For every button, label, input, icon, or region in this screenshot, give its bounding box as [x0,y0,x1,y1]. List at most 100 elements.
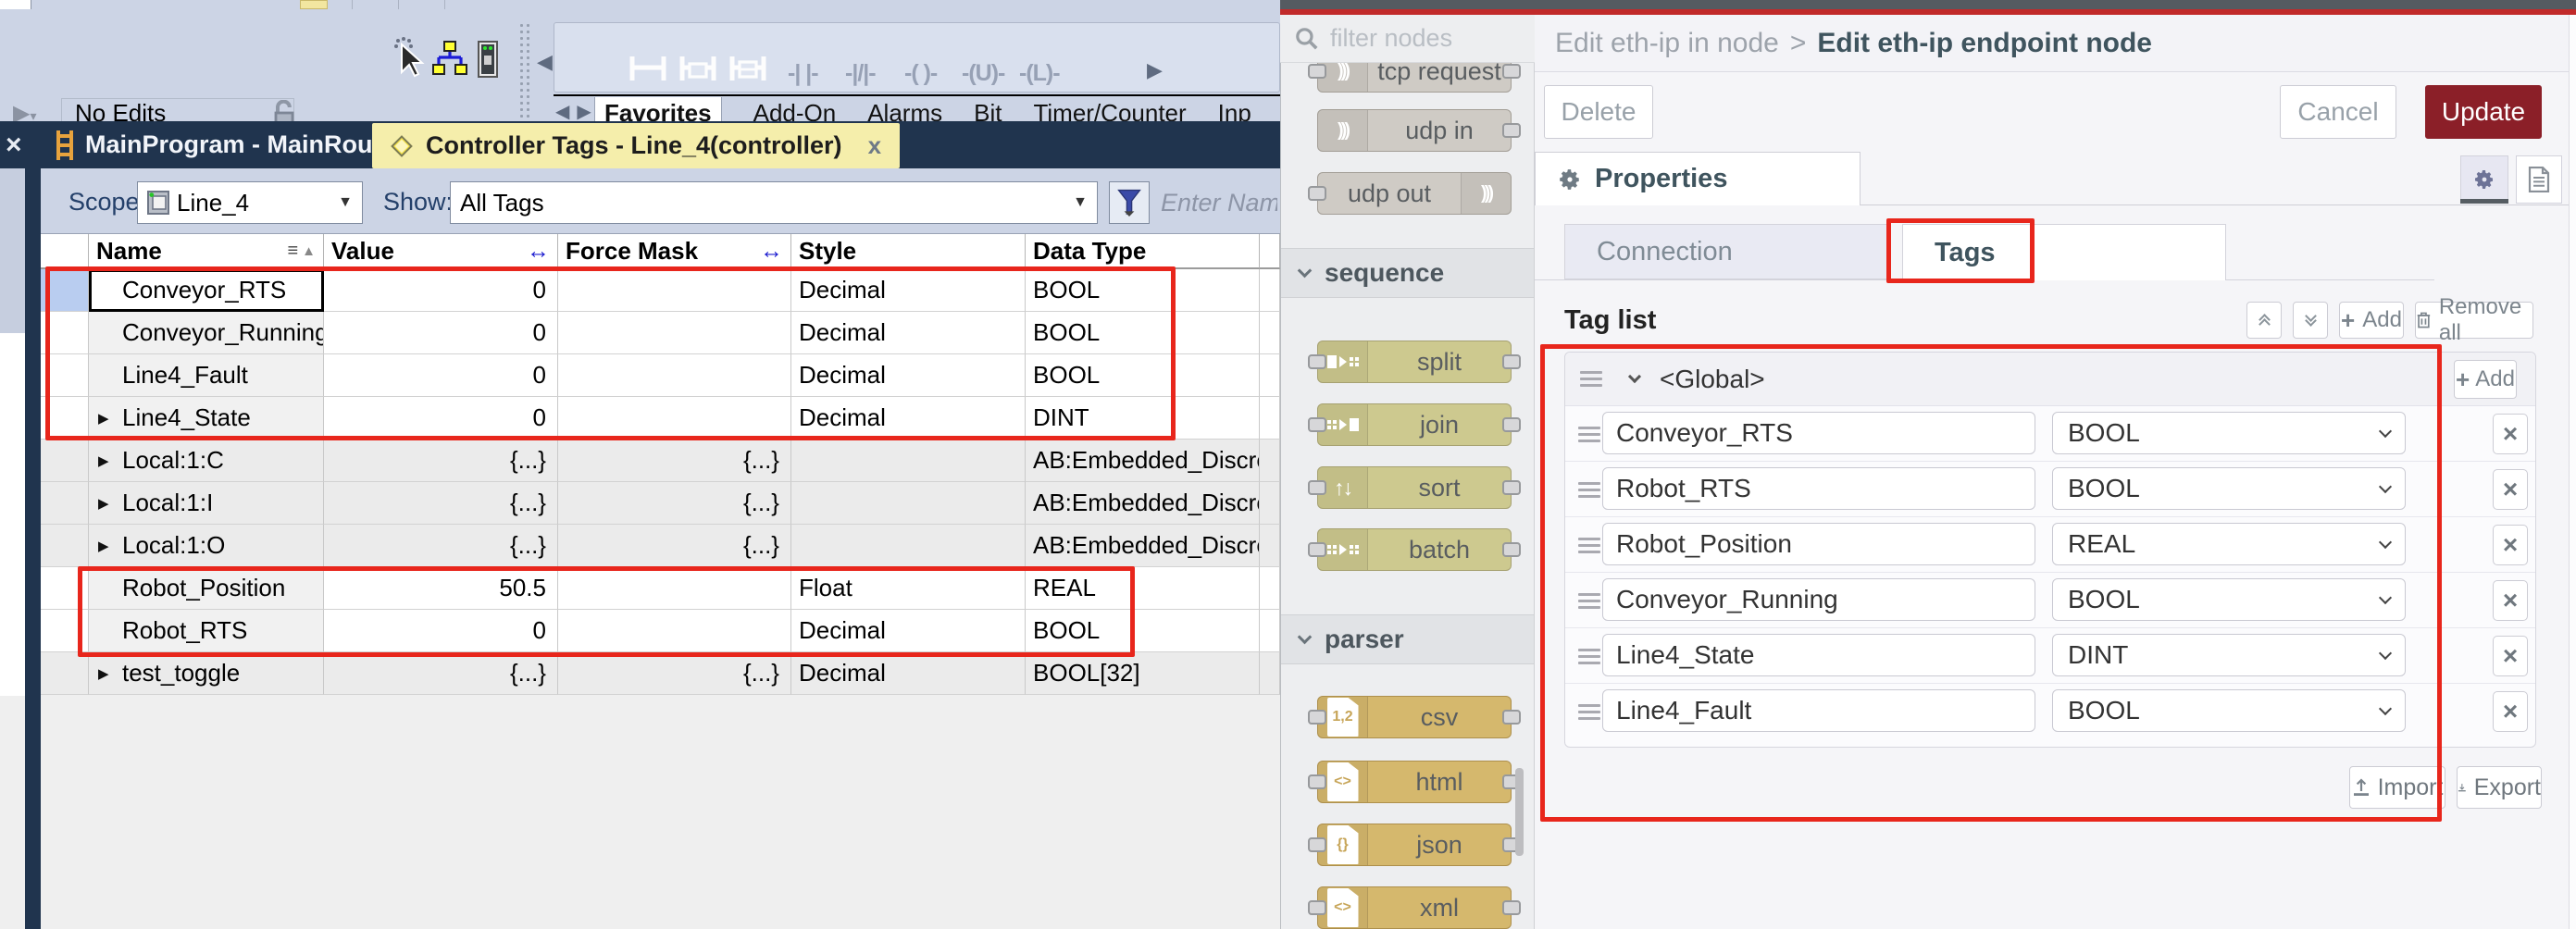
palette-category-sequence[interactable]: sequence [1281,248,1534,298]
palette-node-html[interactable]: <> html [1317,761,1512,803]
rung-branch-level-icon[interactable] [727,55,769,82]
tag-datatype-cell[interactable]: BOOL [1026,269,1260,312]
palette-node-sort[interactable]: ↑↓ sort [1317,466,1512,509]
palette-node-batch[interactable]: batch [1317,528,1512,571]
tag-row-robot_rts[interactable]: BOOL × [1565,462,2535,517]
tab-tags[interactable]: Tags [1902,224,2226,280]
tag-force-mask-cell[interactable] [558,610,791,652]
otu-instruction[interactable]: -(U)- [962,60,1004,87]
xic-instruction[interactable]: -| |- [788,60,818,87]
expand-arrow-icon[interactable]: ▶ [98,495,115,512]
palette-node-udp-out[interactable]: ))) udp out [1317,172,1512,215]
input-port[interactable] [1308,900,1326,915]
palette-node-xml[interactable]: <> xml [1317,886,1512,929]
tag-value-cell[interactable]: 0 [324,354,558,397]
tag-value-cell[interactable]: {...} [324,440,558,482]
remove-all-button[interactable]: Remove all [2415,302,2533,339]
tag-value-cell[interactable]: {...} [324,525,558,567]
update-button[interactable]: Update [2425,85,2542,139]
tab-controller-tags[interactable]: Controller Tags - Line_4(controller) x [372,123,900,168]
row-selector-cell[interactable] [41,269,89,312]
tag-style-cell[interactable] [791,525,1026,567]
tab-mainprogram-mainroutine[interactable]: MainProgram - MainRoutine [56,121,417,168]
row-selector-cell[interactable] [41,610,89,652]
tag-type-select[interactable]: BOOL [2052,689,2406,732]
drag-handle-icon[interactable] [1578,544,1600,547]
scroll-left-icon[interactable]: ◀ [537,52,553,72]
tag-row-line4_fault[interactable]: BOOL × [1565,684,2535,739]
tag-datatype-cell[interactable]: BOOL [1026,312,1260,354]
palette-node-csv[interactable]: 1,2 csv [1317,696,1512,738]
tag-name-cell-line4-state[interactable]: ▶Line4_State [89,397,324,440]
row-selector-cell[interactable] [41,567,89,610]
tag-name-input[interactable] [1602,412,2035,454]
tag-style-cell[interactable]: Float [791,567,1026,610]
palette-search[interactable]: filter nodes [1280,15,1535,63]
tag-style-cell[interactable]: Decimal [791,312,1026,354]
export-button[interactable]: Export [2457,766,2542,809]
row-selector-cell[interactable] [41,312,89,354]
tag-style-cell[interactable] [791,482,1026,525]
tag-name-input[interactable] [1602,467,2035,510]
tag-type-select[interactable]: BOOL [2052,412,2406,454]
tag-datatype-cell[interactable]: BOOL [1026,354,1260,397]
tag-name-cell-test-toggle[interactable]: ▶test_toggle [89,652,324,695]
output-port[interactable] [1502,542,1521,557]
tag-style-cell[interactable]: Decimal [791,652,1026,695]
drag-handle-icon[interactable] [1578,655,1600,658]
output-port[interactable] [1502,480,1521,495]
tag-force-mask-cell[interactable]: {...} [558,652,791,695]
row-selector-cell[interactable] [41,652,89,695]
output-port[interactable] [1502,64,1521,79]
tag-style-cell[interactable] [791,440,1026,482]
partial-cell[interactable] [1260,440,1280,482]
chevron-down-icon[interactable] [1628,370,1641,383]
tag-name-cell-conveyor-running[interactable]: Conveyor_Running [89,312,324,354]
tag-name-cell-local-1-c[interactable]: ▶Local:1:C [89,440,324,482]
expand-arrow-icon[interactable]: ▶ [98,410,115,427]
tag-datatype-cell[interactable]: BOOL[32] [1026,652,1260,695]
column-header-force-mask[interactable]: Force Mask ↔ [558,234,791,269]
column-header-name[interactable]: Name ≡ ▲ [89,234,324,269]
tag-force-mask-cell[interactable] [558,354,791,397]
monitor-force-icon[interactable]: ↔ [760,238,783,265]
tag-row-conveyor_running[interactable]: BOOL × [1565,573,2535,628]
output-port[interactable] [1502,354,1521,369]
tag-row-line4_state[interactable]: DINT × [1565,628,2535,684]
move-up-button[interactable] [2246,302,2282,339]
tag-value-cell[interactable]: {...} [324,652,558,695]
tag-name-cell-local-1-o[interactable]: ▶Local:1:O [89,525,324,567]
tag-name-input[interactable] [1602,634,2035,676]
tag-datatype-cell[interactable]: REAL [1026,567,1260,610]
tag-type-select[interactable]: REAL [2052,523,2406,565]
row-selector-cell[interactable] [41,440,89,482]
tag-value-cell[interactable]: 50.5 [324,567,558,610]
tag-name-input[interactable] [1602,578,2035,621]
import-button[interactable]: Import [2349,766,2445,809]
description-icon-button[interactable] [2516,155,2562,204]
remove-tag-button[interactable]: × [2493,636,2528,676]
tag-name-cell-conveyor-rts[interactable]: Conveyor_RTS [89,269,324,312]
rung-branch-icon[interactable] [677,55,719,82]
scope-dropdown[interactable]: Line_4 ▼ [137,181,363,224]
tag-datatype-cell[interactable]: BOOL [1026,610,1260,652]
delete-button[interactable]: Delete [1544,85,1653,139]
tag-force-mask-cell[interactable] [558,312,791,354]
network-who-active-icon[interactable] [431,41,468,76]
otl-instruction[interactable]: -(L)- [1019,60,1060,87]
tag-datatype-cell[interactable]: DINT [1026,397,1260,440]
rung-icon[interactable] [627,55,669,82]
breadcrumb-parent[interactable]: Edit eth-ip in node [1555,28,1779,59]
name-filter-button[interactable] [1109,181,1150,224]
tag-style-cell[interactable]: Decimal [791,397,1026,440]
show-dropdown[interactable]: All Tags ▼ [450,181,1098,224]
output-port[interactable] [1502,900,1521,915]
tag-row-robot_position[interactable]: REAL × [1565,517,2535,573]
tag-value-cell[interactable]: 0 [324,397,558,440]
input-port[interactable] [1308,774,1326,789]
tag-value-cell[interactable]: 0 [324,610,558,652]
tag-force-mask-cell[interactable]: {...} [558,440,791,482]
expand-arrow-icon[interactable]: ▶ [98,665,115,682]
tag-value-cell[interactable]: 0 [324,312,558,354]
tag-value-cell[interactable]: {...} [324,482,558,525]
